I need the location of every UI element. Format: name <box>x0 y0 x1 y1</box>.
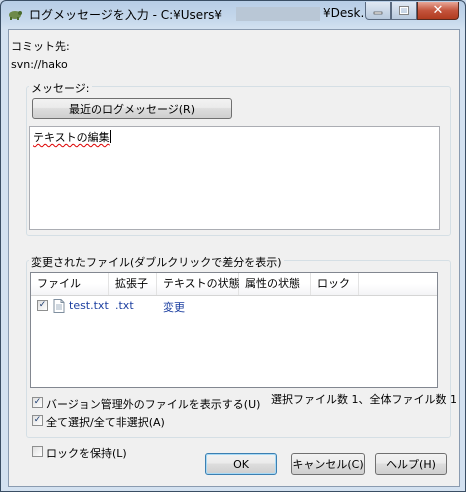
row-checkbox[interactable]: ✓ <box>37 300 48 311</box>
dialog-client: コミット先: svn://hako メッセージ: 最近のログメッセージ(R) テ… <box>8 29 460 487</box>
row-file-name: test.txt <box>69 299 109 312</box>
table-row[interactable]: ✓ test.txt .txt 変更 <box>31 297 437 315</box>
column-header-extension[interactable]: 拡張子 <box>109 273 157 295</box>
help-button[interactable]: ヘルプ(H) <box>375 453 447 475</box>
redacted-username <box>236 7 320 21</box>
message-text: テキストの編集 <box>33 131 110 144</box>
show-unversioned-label[interactable]: バージョン管理外のファイルを表示する(U) <box>46 396 260 412</box>
keep-locks-label[interactable]: ロックを保持(L) <box>46 445 127 461</box>
changed-files-list[interactable]: ファイル 拡張子 テキストの状態 属性の状態 ロック ✓ test.txt .t… <box>30 272 438 388</box>
minimize-icon <box>373 11 383 14</box>
cancel-button[interactable]: キャンセル(C) <box>291 453 365 475</box>
select-all-checkbox[interactable]: ✓ <box>32 415 43 426</box>
window-title: ログメッセージを入力 - C:¥Users¥ <box>29 8 223 22</box>
select-all-label[interactable]: 全て選択/全て非選択(A) <box>46 414 165 430</box>
column-header-text-status[interactable]: テキストの状態 <box>157 273 240 295</box>
row-text-status: 変更 <box>163 301 185 314</box>
show-unversioned-checkbox[interactable]: ✓ <box>32 397 43 408</box>
column-header-file[interactable]: ファイル <box>31 273 109 295</box>
maximize-icon <box>399 6 409 15</box>
tortoisesvn-icon <box>9 11 22 20</box>
maximize-button[interactable] <box>391 2 417 20</box>
dialog-window: ログメッセージを入力 - C:¥Users¥ ¥Desk... ✕ コミット先:… <box>0 0 466 492</box>
keep-locks-checkbox[interactable] <box>32 446 43 457</box>
commit-to-url: svn://hako <box>11 58 68 71</box>
close-button[interactable]: ✕ <box>417 2 459 20</box>
list-header: ファイル 拡張子 テキストの状態 属性の状態 ロック <box>31 273 437 296</box>
recent-messages-button[interactable]: 最近のログメッセージ(R) <box>32 98 232 119</box>
column-header-lock[interactable]: ロック <box>311 273 359 295</box>
text-caret <box>110 130 111 143</box>
caption-buttons: ✕ <box>365 2 459 20</box>
message-textarea[interactable]: テキストの編集 <box>29 126 440 230</box>
column-header-prop-status[interactable]: 属性の状態 <box>239 273 311 295</box>
minimize-button[interactable] <box>365 2 391 20</box>
commit-to-label: コミット先: <box>11 40 70 53</box>
title-bar[interactable]: ログメッセージを入力 - C:¥Users¥ ¥Desk... ✕ <box>1 1 465 27</box>
file-count-text: 選択ファイル数 1、全体ファイル数 1 <box>271 393 457 406</box>
changes-group-label: 変更されたファイル(ダブルクリックで差分を表示) <box>29 254 284 270</box>
message-group-label: メッセージ: <box>29 80 92 96</box>
row-extension: .txt <box>115 299 134 312</box>
ok-button[interactable]: OK <box>205 453 277 475</box>
text-file-icon <box>53 299 65 313</box>
close-icon: ✕ <box>432 3 444 18</box>
